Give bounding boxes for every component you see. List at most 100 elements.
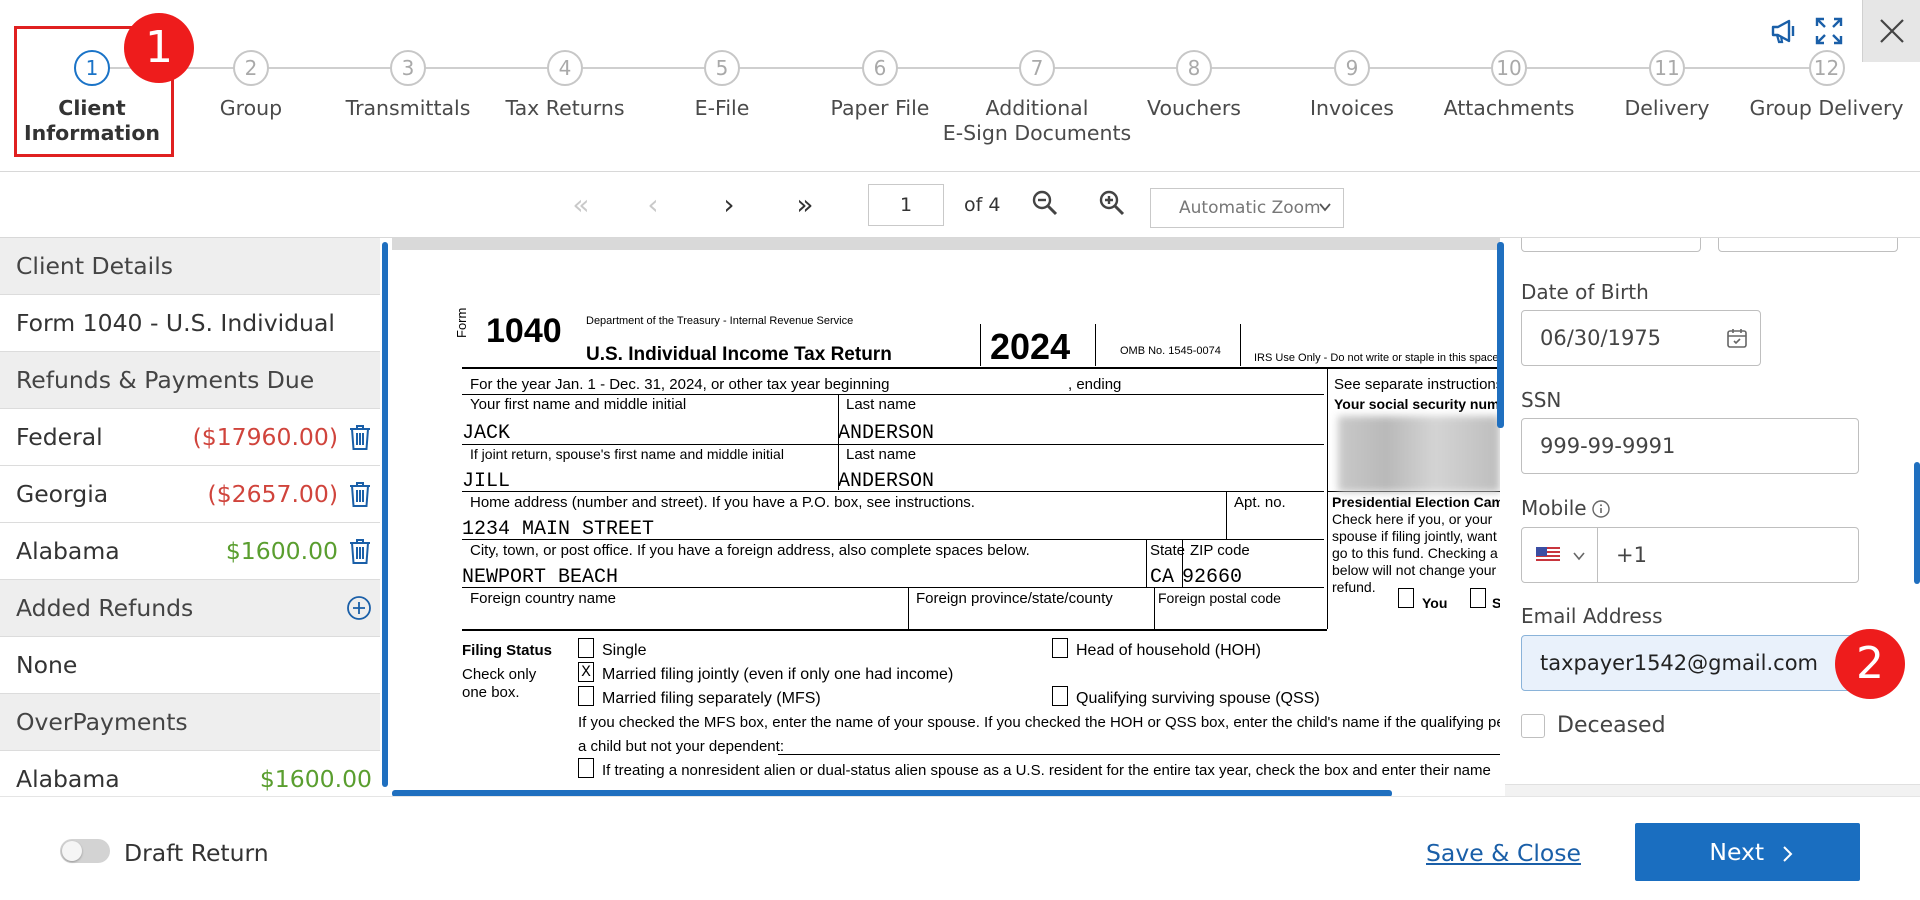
pres-spouse-label: S bbox=[1492, 595, 1500, 611]
zoom-in-icon[interactable] bbox=[1097, 188, 1127, 218]
step-group[interactable]: 2 Group bbox=[171, 50, 331, 121]
mobile-field[interactable]: +1 bbox=[1521, 527, 1859, 583]
deceased-checkbox[interactable] bbox=[1521, 714, 1545, 738]
hoh-label: Head of household (HOH) bbox=[1076, 642, 1261, 659]
step-additional-e-sign[interactable]: 7 Additional E-Sign Documents bbox=[943, 50, 1131, 146]
check-only-label: Check only bbox=[462, 666, 537, 683]
step-number: 4 bbox=[547, 50, 583, 86]
next-page-button[interactable]: › bbox=[714, 190, 744, 220]
mfs-label: Married filing separately (MFS) bbox=[602, 690, 821, 707]
right-panel-scrollbar[interactable] bbox=[1914, 462, 1920, 584]
email-field[interactable]: taxpayer1542@gmail.com bbox=[1521, 635, 1859, 691]
see-separate-label: See separate instructions. bbox=[1334, 376, 1500, 393]
tax-year-line: For the year Jan. 1 - Dec. 31, 2024, or … bbox=[470, 376, 890, 393]
nonresident-note: If treating a nonresident alien or dual-… bbox=[602, 762, 1491, 779]
mfj-checkbox: X bbox=[578, 662, 594, 682]
spouse-last-name-label: Last name bbox=[846, 446, 917, 463]
address-label: Home address (number and street). If you… bbox=[470, 494, 975, 511]
draft-return-toggle[interactable] bbox=[60, 839, 110, 863]
calendar-icon[interactable] bbox=[1726, 327, 1748, 349]
step-label: Group Delivery bbox=[1749, 96, 1904, 120]
step-vouchers[interactable]: 8 Vouchers bbox=[1114, 50, 1274, 121]
pres-campaign-line-3: go to this fund. Checking a bbox=[1332, 545, 1498, 561]
section-label: Refunds & Payments Due bbox=[16, 366, 315, 394]
pres-campaign-line-2: spouse if filing jointly, want bbox=[1332, 528, 1497, 544]
last-name-label: Last name bbox=[846, 396, 917, 413]
trash-icon[interactable] bbox=[348, 424, 372, 451]
add-circle-icon[interactable] bbox=[346, 595, 372, 621]
step-delivery[interactable]: 11 Delivery bbox=[1587, 50, 1747, 121]
refund-amount: ($17960.00) bbox=[192, 423, 338, 451]
one-box-label: one box. bbox=[462, 684, 520, 701]
refund-label: Federal bbox=[16, 423, 103, 451]
pdf-toolbar: « ‹ › » of 4 Automatic Zoom bbox=[0, 172, 1920, 238]
info-icon[interactable] bbox=[1591, 499, 1611, 519]
toggle-knob bbox=[62, 841, 82, 861]
dob-field[interactable]: 06/30/1975 bbox=[1521, 310, 1761, 366]
section-refunds-payments-due: Refunds & Payments Due bbox=[0, 352, 380, 409]
step-attachments[interactable]: 10 Attachments bbox=[1429, 50, 1589, 121]
save-close-link[interactable]: Save & Close bbox=[1426, 839, 1581, 867]
viewer-vertical-scrollbar[interactable] bbox=[1497, 242, 1504, 428]
section-label: OverPayments bbox=[16, 708, 188, 736]
form-1040: Form 1040 Department of the Treasury - I… bbox=[392, 250, 1500, 796]
mobile-label: Mobile bbox=[1521, 496, 1587, 520]
section-added-refunds: Added Refunds bbox=[0, 580, 380, 637]
section-label: Client Details bbox=[16, 252, 173, 280]
last-name-value: ANDERSON bbox=[838, 422, 935, 445]
refund-amount: ($2657.00) bbox=[207, 480, 338, 508]
step-number: 2 bbox=[233, 50, 269, 86]
us-flag-icon bbox=[1536, 547, 1560, 563]
pres-campaign-line-5: refund. bbox=[1332, 579, 1376, 595]
trash-icon[interactable] bbox=[348, 481, 372, 508]
step-number: 1 bbox=[74, 50, 110, 86]
state-field[interactable]: GA bbox=[1521, 238, 1701, 252]
step-invoices[interactable]: 9 Invoices bbox=[1272, 50, 1432, 121]
page-number-input[interactable] bbox=[868, 184, 944, 226]
zoom-select[interactable]: Automatic Zoom bbox=[1150, 188, 1344, 228]
omb-number: OMB No. 1545-0074 bbox=[1120, 345, 1221, 357]
section-client-details[interactable]: Client Details bbox=[0, 238, 380, 295]
dob-value: 06/30/1975 bbox=[1540, 326, 1662, 350]
zip-field[interactable]: 31000 bbox=[1718, 238, 1898, 252]
close-button[interactable] bbox=[1862, 0, 1920, 62]
step-label: E-File bbox=[694, 96, 750, 120]
foreign-postal-label: Foreign postal code bbox=[1158, 590, 1281, 606]
prev-page-button[interactable]: ‹ bbox=[638, 190, 668, 220]
step-label: Delivery bbox=[1624, 96, 1710, 120]
step-e-file[interactable]: 5 E-File bbox=[642, 50, 802, 121]
refund-label: Georgia bbox=[16, 480, 109, 508]
step-number: 6 bbox=[862, 50, 898, 86]
foreign-province-label: Foreign province/state/county bbox=[916, 590, 1113, 607]
last-page-button[interactable]: » bbox=[790, 190, 820, 220]
ssn-field[interactable]: 999-99-9991 bbox=[1521, 418, 1859, 474]
country-code-select[interactable] bbox=[1522, 528, 1598, 582]
mfs-checkbox bbox=[578, 686, 594, 706]
pres-you-label: You bbox=[1422, 595, 1448, 611]
apt-label: Apt. no. bbox=[1234, 494, 1286, 511]
zip-label: ZIP code bbox=[1190, 542, 1250, 559]
form-1040-item[interactable]: Form 1040 - U.S. Individual In... bbox=[0, 295, 380, 394]
trash-icon[interactable] bbox=[348, 538, 372, 565]
step-label: Transmittals bbox=[345, 96, 471, 120]
step-number: 5 bbox=[704, 50, 740, 86]
spouse-first-value: JILL bbox=[462, 470, 511, 493]
state-value: CA bbox=[1150, 566, 1175, 589]
left-panel-scrollbar[interactable] bbox=[382, 242, 388, 787]
next-button[interactable]: Next bbox=[1635, 823, 1860, 881]
first-page-button[interactable]: « bbox=[566, 190, 596, 220]
megaphone-icon[interactable] bbox=[1767, 14, 1801, 48]
address-value: 1234 MAIN STREET bbox=[462, 518, 655, 541]
step-label: Tax Returns bbox=[505, 96, 625, 120]
annotation-badge-2: 2 bbox=[1835, 629, 1905, 699]
child-note: a child but not your dependent: bbox=[578, 738, 784, 755]
overpayment-label: Alabama bbox=[16, 765, 120, 793]
email-label: Email Address bbox=[1521, 604, 1663, 628]
left-summary-panel: Client Details Form 1040 - U.S. Individu… bbox=[0, 238, 380, 796]
fullscreen-icon[interactable] bbox=[1812, 14, 1846, 48]
step-tax-returns[interactable]: 4 Tax Returns bbox=[485, 50, 645, 121]
step-transmittals[interactable]: 3 Transmittals bbox=[328, 50, 488, 121]
zoom-out-icon[interactable] bbox=[1030, 188, 1060, 218]
step-number: 9 bbox=[1334, 50, 1370, 86]
refund-row-federal: Federal ($17960.00) bbox=[0, 409, 380, 466]
